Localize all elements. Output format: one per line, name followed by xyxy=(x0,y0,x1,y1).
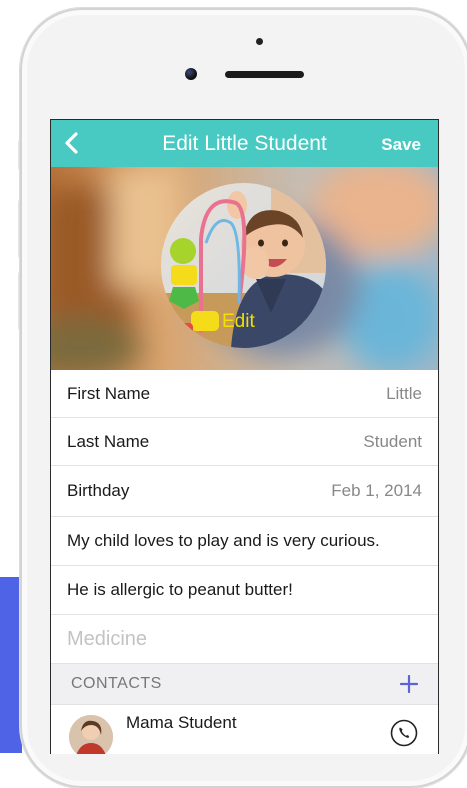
contact-avatar xyxy=(69,715,113,754)
birthday-row[interactable]: Birthday Feb 1, 2014 xyxy=(51,466,438,517)
first-name-value[interactable]: Little xyxy=(386,384,422,404)
proximity-sensor xyxy=(256,38,263,45)
app-screen: Edit Little Student Save Edit First Name… xyxy=(50,119,439,754)
birthday-label: Birthday xyxy=(67,481,130,500)
front-camera xyxy=(185,68,197,80)
medicine-placeholder[interactable]: Medicine xyxy=(67,628,147,651)
edit-photo-label[interactable]: Edit xyxy=(222,311,255,333)
page-title: Edit Little Student xyxy=(162,132,327,155)
plus-icon[interactable] xyxy=(400,675,418,693)
nav-bar: Edit Little Student Save xyxy=(51,120,438,167)
photo-header: Edit xyxy=(51,167,438,370)
save-button[interactable]: Save xyxy=(381,135,421,155)
note-text[interactable]: My child loves to play and is very curio… xyxy=(67,531,422,551)
first-name-row[interactable]: First Name Little xyxy=(51,370,438,418)
note-field[interactable]: My child loves to play and is very curio… xyxy=(51,517,438,566)
last-name-value[interactable]: Student xyxy=(363,432,422,452)
medicine-field[interactable]: Medicine xyxy=(51,615,438,664)
earpiece-speaker xyxy=(225,71,304,78)
background-accent xyxy=(0,577,22,753)
birthday-value[interactable]: Feb 1, 2014 xyxy=(331,481,422,501)
contact-name: Mama Student xyxy=(126,713,237,732)
allergy-field[interactable]: He is allergic to peanut butter! xyxy=(51,566,438,615)
last-name-label: Last Name xyxy=(67,431,150,451)
contacts-section-header: CONTACTS xyxy=(51,664,438,705)
last-name-row[interactable]: Last Name Student xyxy=(51,418,438,466)
allergy-text[interactable]: He is allergic to peanut butter! xyxy=(67,580,422,600)
phone-icon[interactable] xyxy=(390,719,418,747)
contact-list-item[interactable]: Mama Student xyxy=(51,705,438,754)
contacts-header-label: CONTACTS xyxy=(71,675,162,692)
first-name-label: First Name xyxy=(67,383,151,403)
